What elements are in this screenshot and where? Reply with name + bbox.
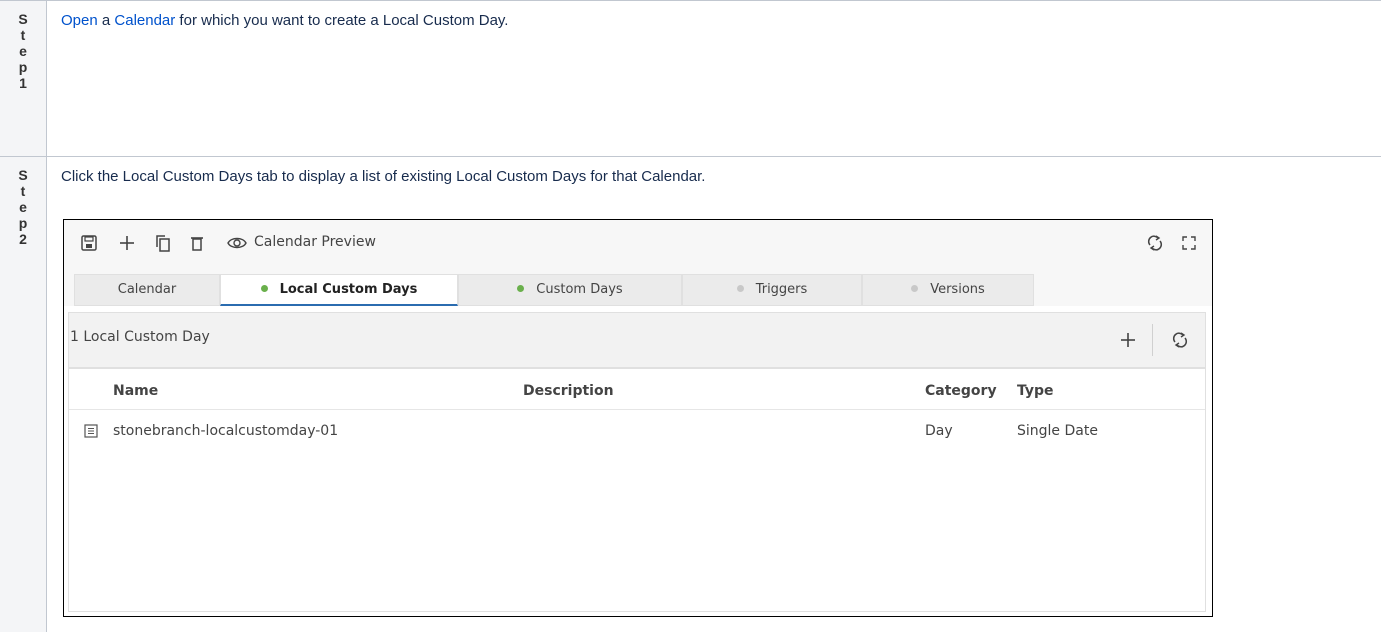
eye-icon[interactable]: [226, 232, 248, 254]
row-type: Single Date: [1017, 423, 1098, 439]
refresh-icon[interactable]: [1169, 329, 1191, 351]
open-link[interactable]: Open: [61, 12, 98, 29]
delete-icon[interactable]: [186, 232, 208, 254]
refresh-icon[interactable]: [1144, 232, 1166, 254]
tab-custom-days[interactable]: Custom Days: [458, 274, 682, 306]
step-1-label-cell: S t e p 1: [0, 1, 47, 157]
step-2-content: Click the Local Custom Days tab to displ…: [47, 157, 1381, 632]
local-custom-days-panel: 1 Local Custom Day Name Description Cate…: [68, 312, 1206, 612]
header-divider: [69, 409, 1205, 410]
step-2-label: S t e p 2: [18, 167, 28, 247]
row-name: stonebranch-localcustomday-01: [113, 423, 339, 439]
status-dot: [260, 285, 268, 292]
status-dot: [911, 285, 919, 292]
panel-title: 1 Local Custom Day: [70, 329, 210, 345]
tab-local-custom-days[interactable]: Local Custom Days: [220, 274, 458, 306]
record-icon: [83, 423, 99, 439]
add-icon[interactable]: [116, 232, 138, 254]
step-2-label-cell: S t e p 2: [0, 157, 47, 632]
save-icon[interactable]: [78, 232, 100, 254]
step-1-content: Open a Calendar for which you want to cr…: [47, 1, 1381, 157]
column-header-name[interactable]: Name: [113, 383, 158, 399]
row-category: Day: [925, 423, 953, 439]
column-header-category[interactable]: Category: [925, 383, 997, 399]
status-dot: [736, 285, 744, 292]
tab-versions[interactable]: Versions: [862, 274, 1034, 306]
tab-triggers[interactable]: Triggers: [682, 274, 862, 306]
add-icon[interactable]: [1117, 329, 1139, 351]
column-header-type[interactable]: Type: [1017, 383, 1054, 399]
tab-bar: Calendar Local Custom Days Custom Days T…: [64, 268, 1212, 306]
toolbar: Calendar Preview: [64, 220, 1212, 268]
expand-icon[interactable]: [1178, 232, 1200, 254]
step-1-label: S t e p 1: [18, 11, 28, 91]
step-2-row: S t e p 2 Click the Local Custom Days ta…: [0, 156, 1381, 632]
calendar-link[interactable]: Calendar: [114, 12, 175, 29]
divider: [1152, 324, 1153, 356]
step-1-text: Open a Calendar for which you want to cr…: [61, 12, 509, 29]
calendar-preview-button[interactable]: Calendar Preview: [254, 234, 376, 250]
step-2-text: Click the Local Custom Days tab to displ…: [61, 168, 706, 185]
documentation-table: S t e p 1 Open a Calendar for which you …: [0, 0, 1381, 632]
column-header-description[interactable]: Description: [523, 383, 614, 399]
copy-icon[interactable]: [152, 232, 174, 254]
panel-header: 1 Local Custom Day: [69, 313, 1205, 369]
step-1-row: S t e p 1 Open a Calendar for which you …: [0, 0, 1381, 157]
status-dot: [517, 285, 525, 292]
tab-calendar[interactable]: Calendar: [74, 274, 220, 306]
calendar-screenshot: Calendar Preview Calendar Local Custom D…: [63, 219, 1213, 617]
